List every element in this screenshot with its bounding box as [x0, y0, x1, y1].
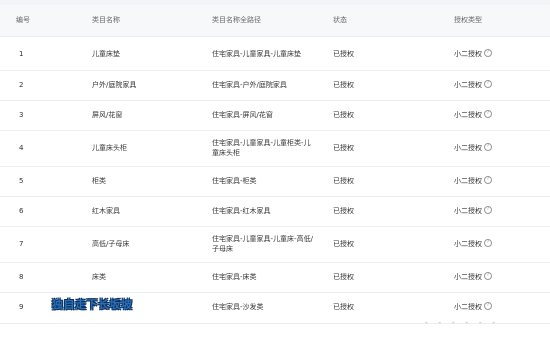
row-status: 已授权: [333, 240, 354, 248]
auth-type-label: 小二授权: [454, 50, 482, 58]
help-icon[interactable]: ?: [484, 272, 492, 280]
row-category-path: 住宅家具-沙发类: [212, 303, 264, 311]
row-id: 2: [19, 81, 24, 89]
row-status: 已授权: [333, 177, 354, 185]
help-icon[interactable]: ?: [484, 49, 492, 57]
header-category-path: 类目名称全路径: [212, 16, 261, 24]
table-row: 1 儿童床垫 住宅家具-儿童家具-儿童床垫 已授权 小二授权?: [0, 37, 550, 71]
row-status: 已授权: [333, 273, 354, 281]
row-category-path: 住宅家具-户外/庭院家具: [212, 81, 287, 89]
help-icon[interactable]: ?: [484, 143, 492, 151]
table-row: 7 高低/子母床 住宅家具-儿童家具-儿童床-高低/子母床 已授权 小二授权?: [0, 227, 550, 263]
auth-type-label: 小二授权: [454, 240, 482, 248]
auth-type-label: 小二授权: [454, 303, 482, 311]
auth-type-label: 小二授权: [454, 81, 482, 89]
header-auth-type: 授权类型: [454, 16, 482, 24]
row-id: 8: [19, 273, 24, 281]
row-status: 已授权: [333, 50, 354, 58]
row-category-name: 床类: [92, 273, 106, 281]
row-auth-type: 小二授权?: [454, 239, 492, 249]
help-icon[interactable]: ?: [484, 206, 492, 214]
help-icon[interactable]: ?: [484, 110, 492, 118]
help-icon[interactable]: ?: [484, 176, 492, 184]
row-category-name: 屏风/花窗: [92, 111, 123, 119]
row-category-path: 住宅家具-屏风/花窗: [212, 111, 273, 119]
row-id: 3: [19, 111, 24, 119]
header-status: 状态: [333, 16, 347, 24]
row-id: 4: [19, 144, 24, 152]
row-auth-type: 小二授权?: [454, 206, 492, 216]
row-category-name: 高低/子母床: [92, 240, 130, 248]
auth-type-label: 小二授权: [454, 144, 482, 152]
row-category-name: 红木家具: [92, 207, 120, 215]
row-id: 5: [19, 177, 24, 185]
row-category-path: 住宅家具-儿童家具-儿童柜类-儿童床头柜: [212, 139, 311, 157]
row-status: 已授权: [333, 81, 354, 89]
row-id: 7: [19, 240, 24, 248]
row-category-path: 住宅家具-红木家具: [212, 207, 271, 215]
table-row: 3 屏风/花窗 住宅家具-屏风/花窗 已授权 小二授权?: [0, 101, 550, 131]
row-status: 已授权: [333, 207, 354, 215]
row-auth-type: 小二授权?: [454, 80, 492, 90]
row-status: 已授权: [333, 303, 354, 311]
table-row: 5 柜类 住宅家具-柜类 已授权 小二授权?: [0, 167, 550, 197]
row-category-path: 住宅家具-儿童家具-儿童床-高低/子母床: [212, 235, 313, 253]
bottom-cut-off-text: - - - - - -: [425, 318, 500, 327]
help-icon[interactable]: ?: [484, 239, 492, 247]
row-status: 已授权: [333, 111, 354, 119]
header-category-name: 类目名称: [92, 16, 120, 24]
row-category-path: 住宅家具-儿童家具-儿童床垫: [212, 50, 302, 58]
row-id: 9: [19, 303, 24, 311]
row-category-name: 柜类: [92, 177, 106, 185]
table-row: 2 户外/庭院家具 住宅家具-户外/庭院家具 已授权 小二授权?: [0, 71, 550, 101]
table-row: 8 床类 住宅家具-床类 已授权 小二授权?: [0, 263, 550, 293]
row-category-path: 住宅家具-床类: [212, 273, 257, 281]
help-icon[interactable]: ?: [484, 80, 492, 88]
table-header: 编号 类目名称 类目名称全路径 状态 授权类型: [0, 5, 550, 37]
row-auth-type: 小二授权?: [454, 110, 492, 120]
row-auth-type: 小二授权?: [454, 176, 492, 186]
row-status: 已授权: [333, 144, 354, 152]
row-id: 1: [19, 50, 24, 58]
row-auth-type: 小二授权?: [454, 302, 492, 312]
auth-type-label: 小二授权: [454, 273, 482, 281]
auth-type-label: 小二授权: [454, 111, 482, 119]
watermark-overlay-text: 独自走下长坂坡: [52, 298, 133, 311]
row-category-name: 户外/庭院家具: [92, 81, 137, 89]
row-category-name: 儿童床垫: [92, 50, 120, 58]
table-row: 6 红木家具 住宅家具-红木家具 已授权 小二授权?: [0, 197, 550, 227]
auth-type-label: 小二授权: [454, 207, 482, 215]
help-icon[interactable]: ?: [484, 302, 492, 310]
row-category-name: 儿童床头柜: [92, 144, 127, 152]
row-auth-type: 小二授权?: [454, 272, 492, 282]
row-id: 6: [19, 207, 24, 215]
row-auth-type: 小二授权?: [454, 143, 492, 153]
auth-type-label: 小二授权: [454, 177, 482, 185]
row-category-path: 住宅家具-柜类: [212, 177, 257, 185]
header-id: 编号: [16, 16, 30, 24]
row-auth-type: 小二授权?: [454, 49, 492, 59]
table-row: 4 儿童床头柜 住宅家具-儿童家具-儿童柜类-儿童床头柜 已授权 小二授权?: [0, 131, 550, 167]
